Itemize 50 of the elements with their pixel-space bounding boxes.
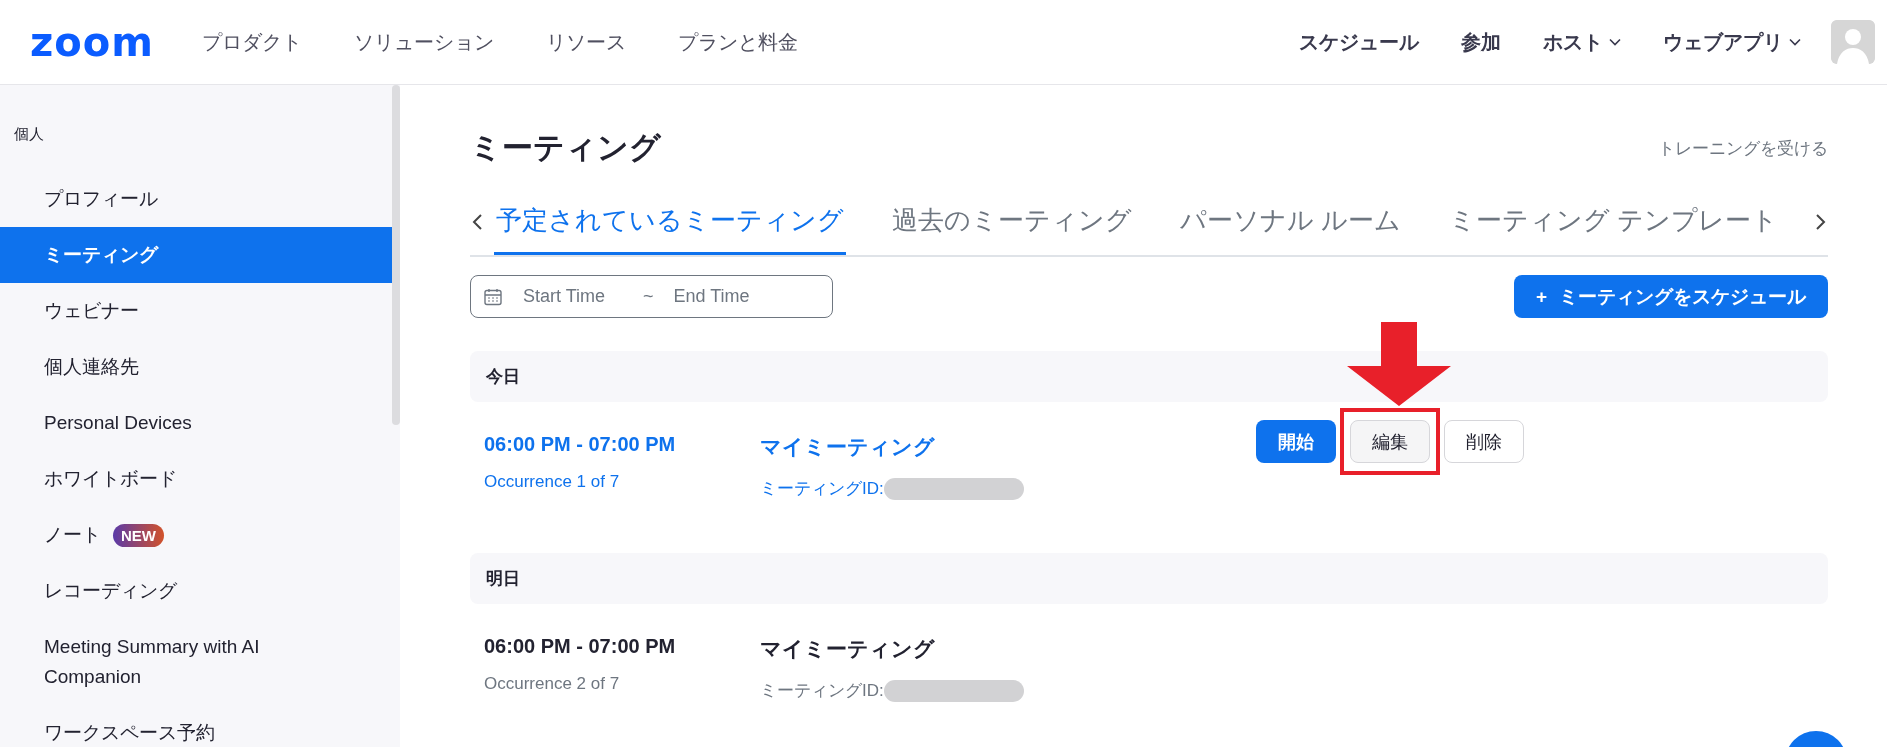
meeting-topic[interactable]: マイミーティング xyxy=(760,635,1260,663)
sidebar-item[interactable]: ワークスペース予約 xyxy=(0,705,393,747)
end-time-input[interactable]: End Time xyxy=(663,286,784,307)
nav-link[interactable]: 参加 xyxy=(1461,28,1501,56)
sidebar-item[interactable]: Personal Devices xyxy=(0,395,393,451)
sidebar-item[interactable]: ウェビナー xyxy=(0,283,393,339)
nav-link[interactable]: プランと料金 xyxy=(677,28,798,56)
day-header: 明日 xyxy=(470,553,1828,604)
sidebar-item[interactable]: ノート NEW xyxy=(0,507,393,563)
action-button[interactable]: 編集 xyxy=(1350,420,1430,463)
nav-link[interactable]: プロダクト xyxy=(201,28,302,56)
tab[interactable]: 予定されているミーティング xyxy=(494,191,846,255)
chevron-right-icon xyxy=(1814,212,1828,232)
sidebar-item[interactable]: プロフィール xyxy=(0,171,393,227)
avatar-icon xyxy=(1831,20,1875,64)
training-link[interactable]: トレーニングを受ける xyxy=(1658,136,1828,160)
calendar-icon xyxy=(483,286,503,307)
nav-link[interactable]: ソリューション xyxy=(353,28,494,56)
tab[interactable]: ミーティング テンプレート xyxy=(1447,191,1781,255)
section-heading: 個人 xyxy=(13,124,45,144)
action-button[interactable]: 削除 xyxy=(1444,420,1524,463)
meeting-time[interactable]: 06:00 PM - 07:00 PM xyxy=(484,433,760,456)
tab[interactable]: 過去のミーティング xyxy=(890,191,1134,255)
nav-link[interactable]: ホスト xyxy=(1543,28,1621,56)
sidebar-item[interactable]: 個人連絡先 xyxy=(0,339,393,395)
start-time-input[interactable]: Start Time xyxy=(513,286,633,307)
action-button[interactable]: 開始 xyxy=(1256,420,1336,463)
page-title: ミーティング xyxy=(470,129,661,167)
chevron-left-icon xyxy=(470,212,484,232)
sidebar-item[interactable]: ホワイトボード xyxy=(0,451,393,507)
day-header: 今日 xyxy=(470,351,1828,402)
meeting-time[interactable]: 06:00 PM - 07:00 PM xyxy=(484,635,760,658)
sidebar-item[interactable]: レコーディング xyxy=(0,563,393,619)
range-separator: ~ xyxy=(643,286,654,307)
schedule-meeting-button[interactable]: + ミーティングをスケジュール xyxy=(1513,275,1828,318)
scrollbar-thumb[interactable] xyxy=(392,85,400,425)
new-badge: NEW xyxy=(113,523,164,547)
sidebar-item[interactable]: Meeting Summary with AI Companion xyxy=(0,619,393,705)
nav-link[interactable]: スケジュール xyxy=(1299,28,1419,56)
nav-link[interactable]: リソース xyxy=(545,28,626,56)
date-range-field[interactable]: Start Time ~ End Time xyxy=(470,275,833,318)
logo[interactable]: zoom xyxy=(30,19,154,65)
meeting-id-label: ミーティングID: xyxy=(760,478,884,500)
sidebar-item[interactable]: ミーティング xyxy=(0,227,393,283)
sidebar-label: ノート xyxy=(44,523,101,547)
nav-link[interactable]: ウェブアプリ xyxy=(1663,28,1801,56)
meeting-id-label: ミーティングID: xyxy=(760,680,884,702)
occurrence-text: Occurrence 2 of 7 xyxy=(484,674,621,694)
occurrence-text: Occurrence 1 of 7 xyxy=(484,472,621,492)
tab[interactable]: パーソナル ルーム xyxy=(1178,191,1404,255)
